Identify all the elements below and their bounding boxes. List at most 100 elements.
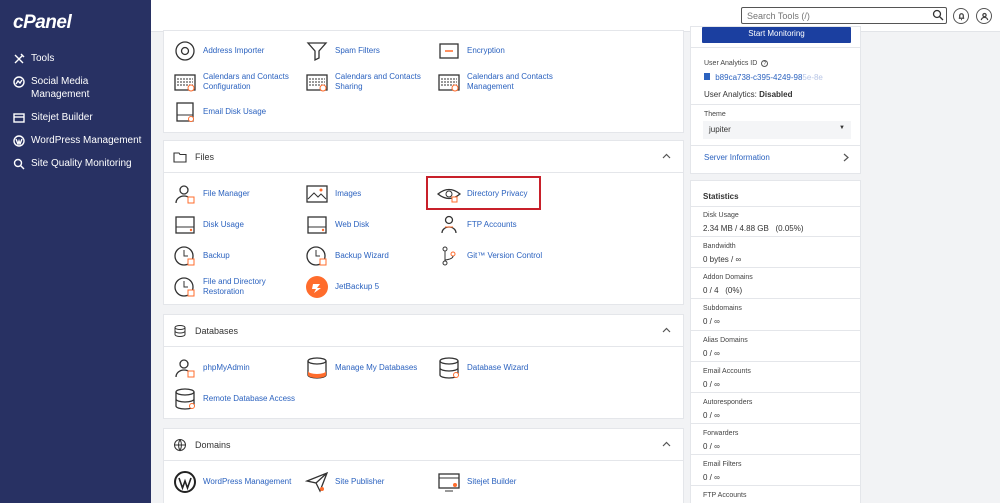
- site-publisher-tool[interactable]: Site Publisher: [304, 470, 385, 494]
- ftp-accounts-tool[interactable]: FTP Accounts: [437, 213, 517, 237]
- phpmyadmin-tool[interactable]: phpMyAdmin: [173, 356, 250, 380]
- server-information-link[interactable]: Server Information: [704, 153, 770, 162]
- tool-label: File Manager: [203, 189, 250, 198]
- stat-row: Addon Domains 0 / 4 (0%): [690, 268, 861, 299]
- tool-label: Web Disk: [335, 220, 370, 229]
- disk-usage-tool[interactable]: Disk Usage: [173, 213, 244, 237]
- tool-label: Backup: [203, 251, 230, 260]
- stat-value: 0 / 4 (0%): [703, 286, 743, 295]
- stat-label: FTP Accounts: [703, 492, 747, 499]
- remote-database-tool[interactable]: Remote Database Access: [173, 387, 295, 411]
- web-disk-tool[interactable]: Web Disk: [305, 213, 369, 237]
- theme-select[interactable]: jupiter ▼: [703, 121, 851, 139]
- stat-label: Autoresponders: [703, 399, 753, 406]
- file-manager-icon: [173, 182, 197, 206]
- sidebar-item-wordpress[interactable]: WordPress Management: [0, 132, 151, 149]
- stat-label: Subdomains: [703, 305, 742, 312]
- search-input[interactable]: [741, 7, 947, 24]
- tool-label: Site Publisher: [335, 477, 385, 486]
- user-icon: [980, 12, 988, 20]
- wordpress-icon: [173, 470, 197, 494]
- file-manager-tool[interactable]: File Manager: [173, 182, 250, 206]
- manage-databases-tool[interactable]: Manage My Databases: [305, 356, 417, 380]
- backup-tool[interactable]: Backup: [173, 244, 230, 268]
- files-header[interactable]: Files: [164, 141, 683, 173]
- database-icon: [305, 356, 329, 380]
- sitejet-builder-tool[interactable]: Sitejet Builder: [437, 470, 516, 494]
- sitejet-icon: [12, 111, 26, 124]
- stat-label: Alias Domains: [703, 337, 748, 344]
- directory-privacy-tool[interactable]: Directory Privacy: [436, 182, 527, 206]
- wordpress-management-tool[interactable]: WordPress Management: [173, 470, 291, 494]
- databases-section: Databases phpMyAdmin Manage My Databases…: [163, 314, 684, 419]
- analytics-id-value[interactable]: b89ca738-c395-4249-98: [715, 73, 802, 82]
- stat-value: 0 / ∞: [703, 317, 720, 326]
- analytics-id-faded: 5e-8e: [802, 73, 823, 82]
- help-icon[interactable]: ?: [761, 60, 769, 67]
- file-restoration-tool[interactable]: File and Directory Restoration: [173, 275, 273, 299]
- theme-value: jupiter: [709, 125, 731, 134]
- sidebar-item-label: Site Quality Monitoring: [31, 158, 132, 169]
- calendars-config-tool[interactable]: Calendars and Contacts Configuration: [173, 70, 298, 94]
- cpanel-logo[interactable]: cPanel: [13, 12, 72, 34]
- sitejet-icon: [437, 470, 461, 494]
- wordpress-icon: [12, 134, 26, 147]
- chevron-right-icon[interactable]: [842, 153, 850, 162]
- jetbackup-tool[interactable]: JetBackup 5: [305, 275, 379, 299]
- calendars-sharing-tool[interactable]: Calendars and Contacts Sharing: [305, 70, 430, 94]
- database-wizard-tool[interactable]: Database Wizard: [437, 356, 528, 380]
- sidebar-item-sitejet[interactable]: Sitejet Builder: [0, 109, 151, 126]
- tool-label: Images: [335, 189, 362, 198]
- git-branch-icon: [437, 244, 461, 268]
- copy-icon[interactable]: [704, 73, 710, 80]
- sidebar-item-social-media[interactable]: Social Media Management: [0, 73, 151, 103]
- disk-icon: [173, 213, 197, 237]
- tool-label: Encryption: [467, 46, 505, 55]
- search-icon[interactable]: [932, 9, 944, 21]
- images-tool[interactable]: Images: [305, 182, 361, 206]
- backup-wizard-tool[interactable]: Backup Wizard: [305, 244, 389, 268]
- tool-label: Calendars and Contacts Management: [467, 72, 553, 91]
- stat-value: 0 / ∞: [703, 411, 720, 420]
- tool-label: JetBackup 5: [335, 282, 380, 291]
- analytics-id-label-row: User Analytics ID ?: [704, 60, 769, 67]
- chevron-up-icon[interactable]: [662, 326, 671, 335]
- sidebar-nav: Tools Social Media Management Sitejet Bu…: [0, 50, 151, 178]
- email-disk-usage-tool[interactable]: Email Disk Usage: [173, 100, 266, 124]
- databases-header[interactable]: Databases: [164, 315, 683, 347]
- tool-label: FTP Accounts: [467, 220, 517, 229]
- user-menu-button[interactable]: [976, 8, 992, 24]
- chevron-up-icon[interactable]: [662, 440, 671, 449]
- sidebar-item-site-quality[interactable]: Site Quality Monitoring: [0, 155, 151, 172]
- database-icon: [437, 356, 461, 380]
- magnifier-icon: [12, 157, 26, 170]
- address-importer-icon: [173, 39, 197, 63]
- analytics-id-label: User Analytics ID: [704, 60, 758, 67]
- notifications-button[interactable]: [953, 8, 969, 24]
- git-version-control-tool[interactable]: Git™ Version Control: [437, 244, 542, 268]
- ftp-user-icon: [437, 213, 461, 237]
- spam-filters-tool[interactable]: Spam Filters: [305, 39, 380, 63]
- calendars-management-tool[interactable]: Calendars and Contacts Management: [437, 70, 562, 94]
- analytics-status-value: Disabled: [759, 90, 793, 99]
- social-media-icon: [12, 75, 26, 88]
- divider: [690, 104, 861, 105]
- sidebar-item-label: WordPress Management: [31, 135, 142, 146]
- chevron-up-icon[interactable]: [662, 152, 671, 161]
- domains-header[interactable]: Domains: [164, 429, 683, 461]
- encryption-tool[interactable]: Encryption: [437, 39, 505, 63]
- clock-icon: [173, 275, 197, 299]
- tool-label: Disk Usage: [203, 220, 244, 229]
- general-info-card: [690, 26, 861, 174]
- analytics-id-row: b89ca738-c395-4249-985e-8e: [704, 73, 823, 82]
- start-monitoring-button[interactable]: Start Monitoring: [702, 27, 851, 43]
- divider: [690, 47, 861, 48]
- tools-icon: [12, 52, 26, 65]
- bell-icon: [958, 12, 964, 20]
- divider: [690, 145, 861, 146]
- sidebar-item-label: Sitejet Builder: [31, 112, 93, 123]
- web-disk-icon: [305, 213, 329, 237]
- calendar-icon: [305, 70, 329, 94]
- sidebar-item-tools[interactable]: Tools: [0, 50, 151, 67]
- address-importer-tool[interactable]: Address Importer: [173, 39, 264, 63]
